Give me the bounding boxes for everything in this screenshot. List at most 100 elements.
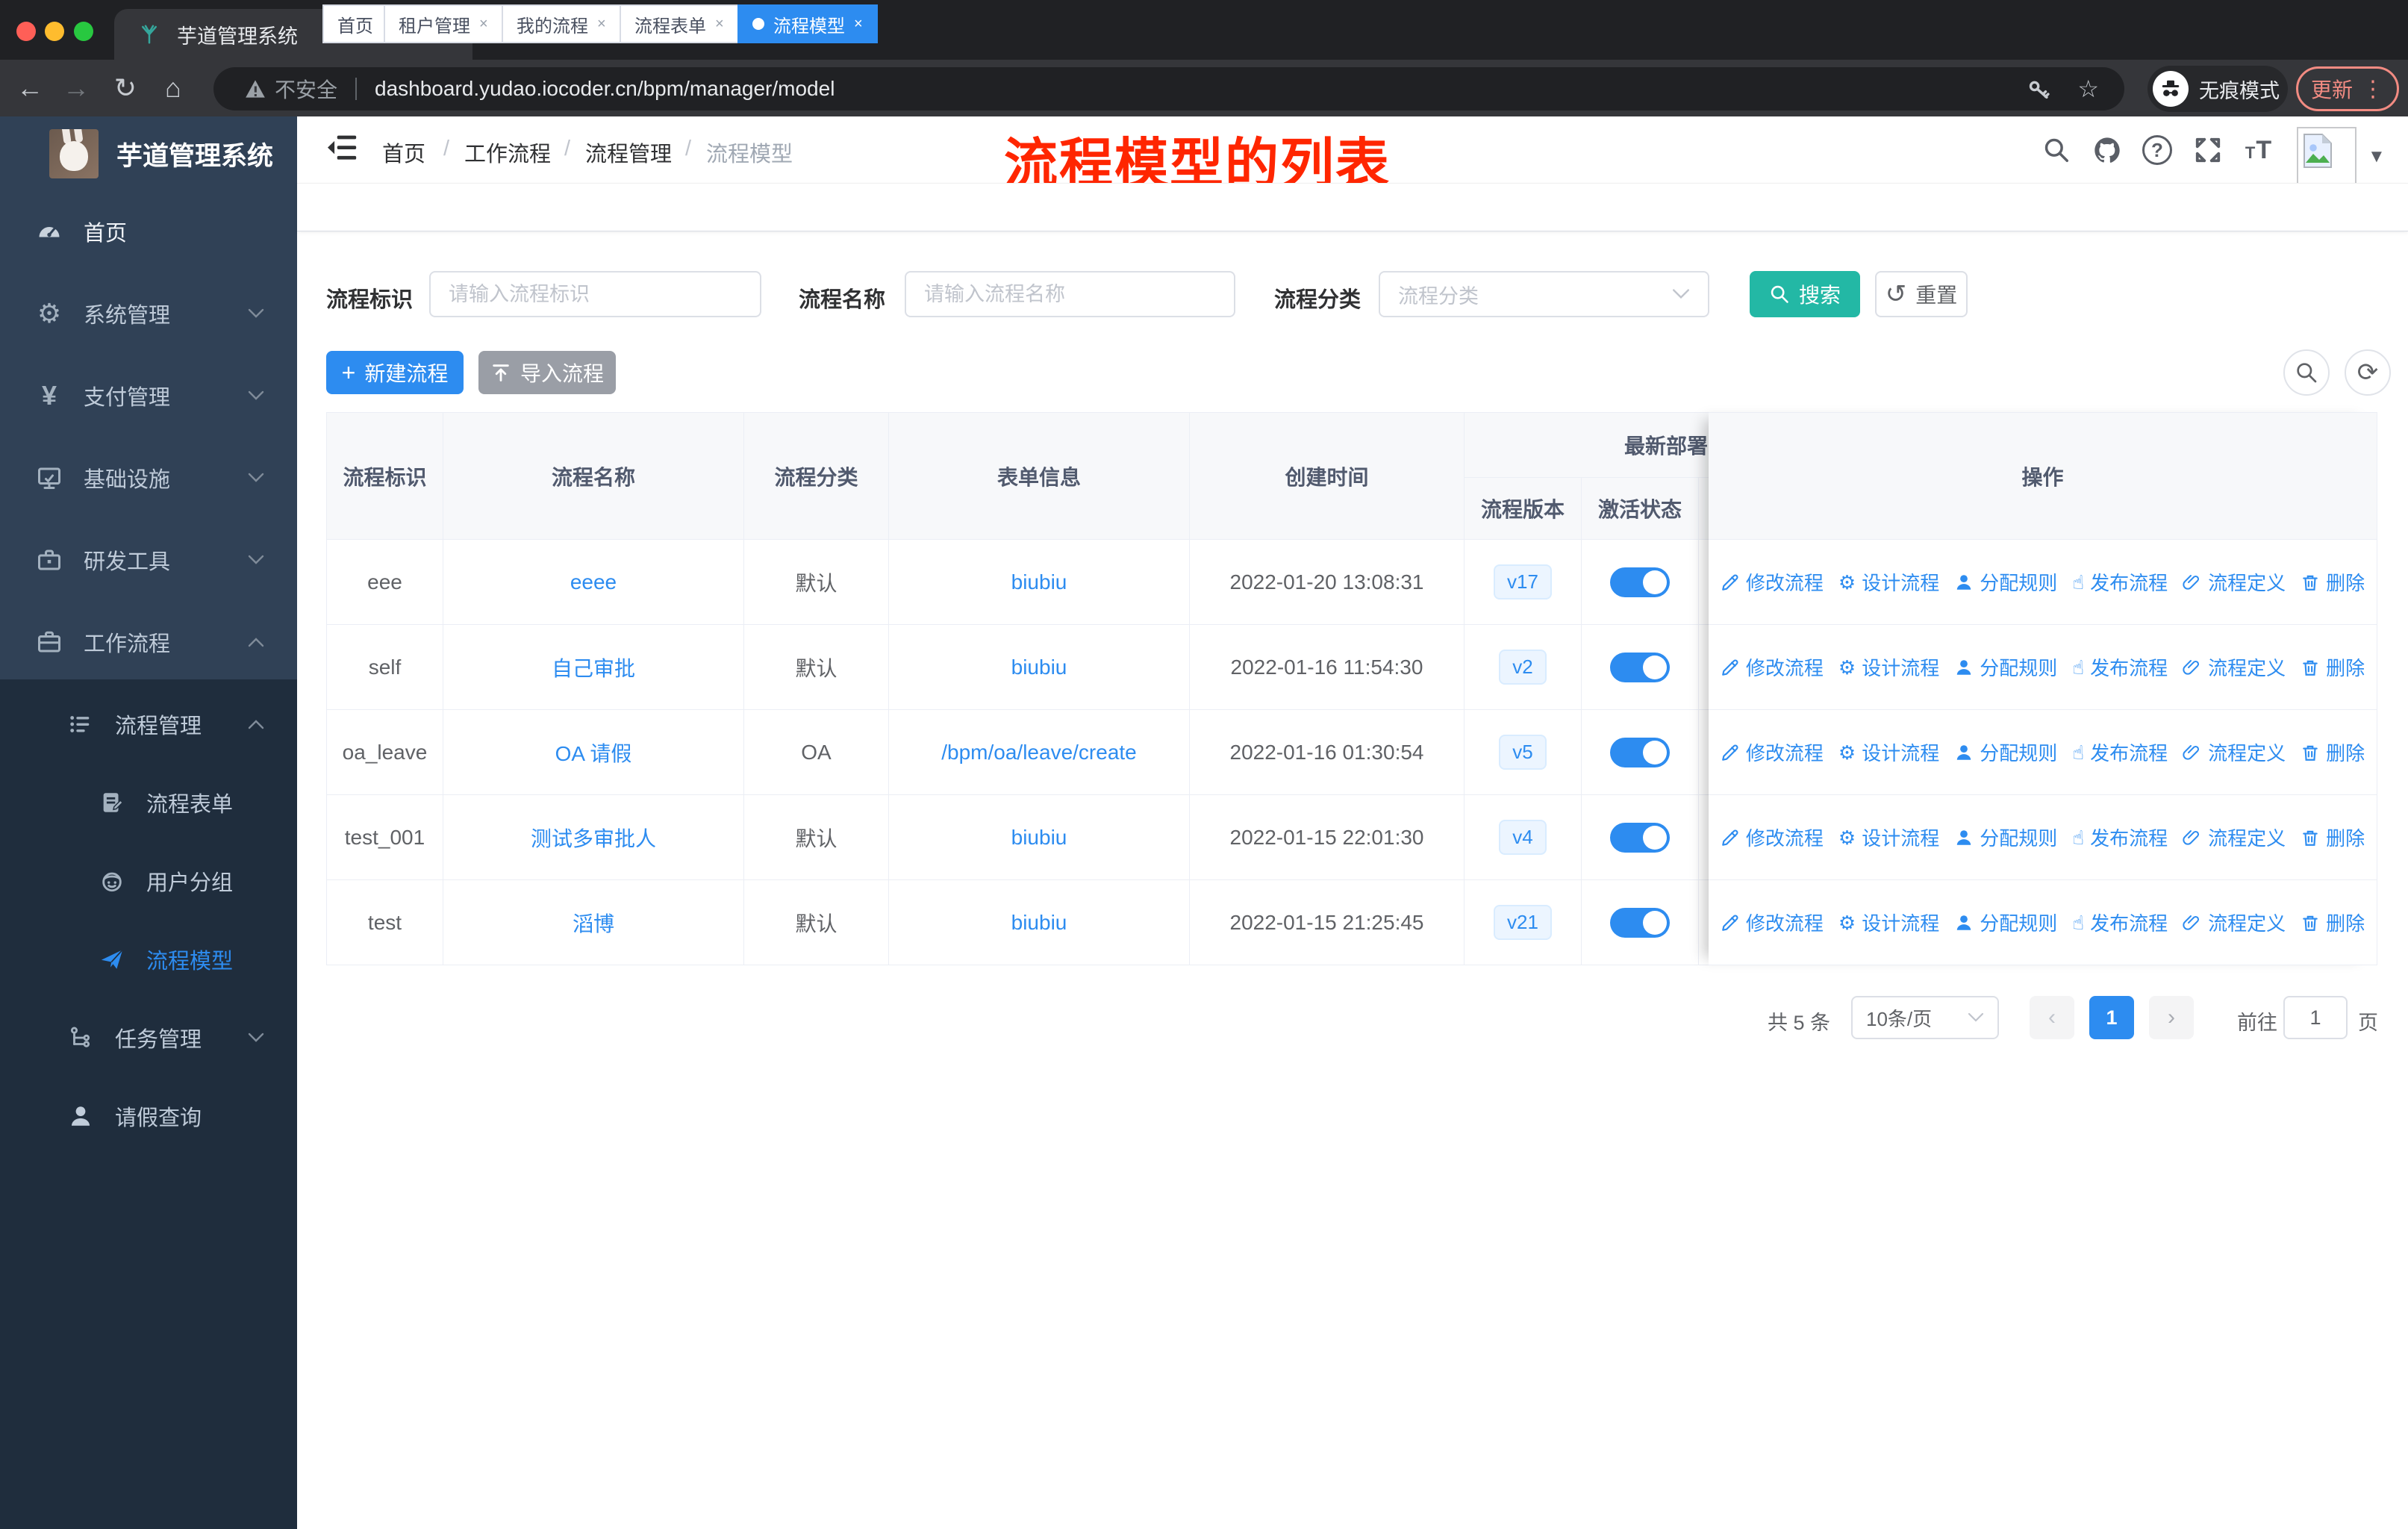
design-process-button[interactable]: ⚙ 设计流程 (1838, 823, 1939, 851)
breadcrumb-process-mgmt[interactable]: 流程管理 (585, 137, 672, 168)
github-icon[interactable] (2086, 128, 2129, 172)
cell-form-link[interactable]: biubiu (1011, 570, 1067, 594)
sidebar-item-payment[interactable]: ¥ 支付管理 (0, 355, 297, 437)
close-icon[interactable]: × (715, 16, 724, 33)
sidebar-item-devtools[interactable]: 研发工具 (0, 519, 297, 601)
version-badge[interactable]: v17 (1494, 564, 1552, 600)
sidebar-item-process-form[interactable]: 流程表单 (0, 762, 297, 844)
assign-rule-button[interactable]: 分配规则 (1954, 653, 2057, 681)
cell-form-link[interactable]: biubiu (1011, 826, 1067, 850)
browser-update-button[interactable]: 更新 ⋮ (2296, 66, 2399, 111)
assign-rule-button[interactable]: 分配规则 (1954, 823, 2057, 851)
sidebar-item-workflow[interactable]: 工作流程 (0, 601, 297, 683)
process-definition-button[interactable]: 流程定义 (2183, 823, 2286, 851)
sidebar-item-process-model[interactable]: 流程模型 (0, 918, 297, 1000)
bookmark-star-icon[interactable]: ☆ (2077, 75, 2099, 103)
status-toggle[interactable] (1610, 567, 1670, 597)
edit-process-button[interactable]: 修改流程 (1721, 653, 1824, 681)
sidebar-item-process-mgmt[interactable]: 流程管理 (0, 683, 297, 765)
refresh-table-button[interactable]: ⟳ (2345, 349, 2391, 396)
cell-form-link[interactable]: biubiu (1011, 911, 1067, 935)
sidebar-logo[interactable]: 芋道管理系统 (0, 116, 297, 191)
back-button[interactable]: ← (12, 70, 48, 106)
cell-name-link[interactable]: OA 请假 (555, 738, 632, 767)
delete-process-button[interactable]: 删除 (2301, 909, 2365, 936)
reset-button[interactable]: ↺ 重置 (1875, 271, 1968, 317)
process-definition-button[interactable]: 流程定义 (2183, 738, 2286, 766)
assign-rule-button[interactable]: 分配规则 (1954, 909, 2057, 936)
close-icon[interactable]: × (479, 16, 488, 33)
browser-menu-icon[interactable]: ⋮ (2362, 76, 2384, 102)
help-icon[interactable]: ? (2136, 128, 2179, 172)
status-toggle[interactable] (1610, 822, 1670, 853)
close-icon[interactable]: × (854, 16, 863, 33)
sidebar-item-user-group[interactable]: 用户分组 (0, 840, 297, 922)
create-process-button[interactable]: + 新建流程 (326, 351, 464, 394)
assign-rule-button[interactable]: 分配规则 (1954, 738, 2057, 766)
prev-page-button[interactable]: ‹ (2030, 996, 2074, 1039)
tag-my-process[interactable]: 我的流程 × (502, 4, 621, 43)
search-icon[interactable] (2035, 128, 2078, 172)
close-icon[interactable]: × (597, 16, 606, 33)
address-bar[interactable]: 不安全 dashboard.yudao.iocoder.cn/bpm/manag… (213, 67, 2124, 110)
process-definition-button[interactable]: 流程定义 (2183, 568, 2286, 596)
reload-button[interactable]: ↻ (107, 70, 143, 106)
key-icon[interactable] (2027, 76, 2052, 102)
edit-process-button[interactable]: 修改流程 (1721, 568, 1824, 596)
publish-process-button[interactable]: ☝ 发布流程 (2072, 653, 2168, 681)
hamburger-icon[interactable] (326, 133, 359, 163)
status-toggle[interactable] (1610, 737, 1670, 767)
version-badge[interactable]: v2 (1499, 650, 1547, 685)
goto-page-input[interactable] (2283, 996, 2348, 1039)
show-search-toggle-button[interactable] (2283, 349, 2330, 396)
sidebar-item-leave-query[interactable]: 请假查询 (0, 1075, 297, 1157)
publish-process-button[interactable]: ☝ 发布流程 (2072, 823, 2168, 851)
security-chip[interactable]: 不安全 (245, 74, 337, 104)
delete-process-button[interactable]: 删除 (2301, 568, 2365, 596)
process-id-input[interactable] (429, 271, 761, 317)
edit-process-button[interactable]: 修改流程 (1721, 909, 1824, 936)
version-badge[interactable]: v5 (1499, 735, 1547, 770)
window-close-button[interactable] (16, 22, 36, 41)
cell-form-link[interactable]: biubiu (1011, 655, 1067, 679)
publish-process-button[interactable]: ☝ 发布流程 (2072, 738, 2168, 766)
design-process-button[interactable]: ⚙ 设计流程 (1838, 568, 1939, 596)
sidebar-item-task-mgmt[interactable]: 任务管理 (0, 997, 297, 1079)
design-process-button[interactable]: ⚙ 设计流程 (1838, 653, 1939, 681)
design-process-button[interactable]: ⚙ 设计流程 (1838, 909, 1939, 936)
home-button[interactable]: ⌂ (155, 70, 191, 106)
avatar-caret-icon[interactable]: ▼ (2368, 146, 2386, 167)
publish-process-button[interactable]: ☝ 发布流程 (2072, 909, 2168, 936)
window-minimize-button[interactable] (45, 22, 64, 41)
window-zoom-button[interactable] (74, 22, 93, 41)
process-name-input[interactable] (905, 271, 1235, 317)
process-definition-button[interactable]: 流程定义 (2183, 909, 2286, 936)
sidebar-item-home[interactable]: 首页 (0, 190, 297, 273)
cell-name-link[interactable]: eeee (570, 570, 617, 594)
design-process-button[interactable]: ⚙ 设计流程 (1838, 738, 1939, 766)
process-definition-button[interactable]: 流程定义 (2183, 653, 2286, 681)
status-toggle[interactable] (1610, 652, 1670, 682)
cell-form-link[interactable]: /bpm/oa/leave/create (941, 741, 1137, 764)
edit-process-button[interactable]: 修改流程 (1721, 823, 1824, 851)
next-page-button[interactable]: › (2149, 996, 2194, 1039)
breadcrumb-workflow[interactable]: 工作流程 (464, 137, 551, 168)
delete-process-button[interactable]: 删除 (2301, 823, 2365, 851)
page-number-button[interactable]: 1 (2089, 996, 2134, 1039)
page-size-select[interactable]: 10条/页 (1851, 996, 1999, 1039)
cell-name-link[interactable]: 测试多审批人 (531, 823, 656, 853)
search-button[interactable]: 搜索 (1750, 271, 1860, 317)
sidebar-item-infra[interactable]: 基础设施 (0, 437, 297, 519)
edit-process-button[interactable]: 修改流程 (1721, 738, 1824, 766)
category-select[interactable]: 流程分类 (1379, 271, 1709, 317)
tag-process-model[interactable]: 流程模型 × (737, 4, 878, 43)
delete-process-button[interactable]: 删除 (2301, 738, 2365, 766)
tag-process-form[interactable]: 流程表单 × (620, 4, 739, 43)
cell-name-link[interactable]: 滔博 (573, 908, 614, 938)
cell-name-link[interactable]: 自己审批 (552, 653, 635, 682)
publish-process-button[interactable]: ☝ 发布流程 (2072, 568, 2168, 596)
fullscreen-icon[interactable] (2186, 128, 2230, 172)
version-badge[interactable]: v21 (1494, 905, 1552, 940)
tag-tenant[interactable]: 租户管理 × (384, 4, 503, 43)
version-badge[interactable]: v4 (1499, 820, 1547, 855)
